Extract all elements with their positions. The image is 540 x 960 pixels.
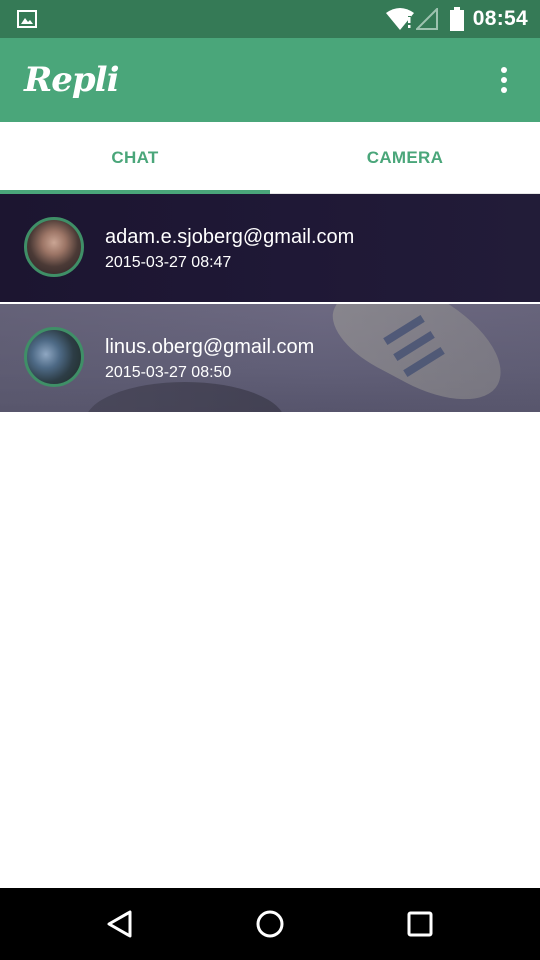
signal-icon bbox=[416, 8, 438, 30]
back-icon[interactable] bbox=[102, 906, 138, 942]
home-icon[interactable] bbox=[252, 906, 288, 942]
more-vert-icon[interactable] bbox=[488, 64, 520, 96]
overflow-dot bbox=[501, 77, 507, 83]
chat-timestamp: 2015-03-27 08:47 bbox=[105, 254, 232, 271]
navigation-bar bbox=[0, 888, 540, 960]
tab-camera[interactable]: CAMERA bbox=[270, 122, 540, 194]
app-bar: Repli bbox=[0, 38, 540, 122]
wifi-icon bbox=[386, 8, 414, 30]
app-logo: Repli bbox=[24, 60, 119, 100]
chat-list-item[interactable]: adam.e.sjoberg@gmail.com 2015-03-27 08:4… bbox=[0, 194, 540, 302]
chat-email: linus.oberg@gmail.com bbox=[105, 336, 315, 358]
battery-icon bbox=[450, 7, 464, 31]
overflow-dot bbox=[501, 67, 507, 73]
avatar bbox=[24, 327, 84, 387]
avatar bbox=[24, 217, 84, 277]
recents-icon[interactable] bbox=[402, 906, 438, 942]
screen: 08:54 Repli CHAT CAMERA adam.e.sjoberg@g… bbox=[0, 0, 540, 960]
status-bar: 08:54 bbox=[0, 0, 540, 38]
status-clock: 08:54 bbox=[472, 7, 528, 30]
chat-list: adam.e.sjoberg@gmail.com 2015-03-27 08:4… bbox=[0, 194, 540, 412]
overflow-dot bbox=[501, 87, 507, 93]
chat-email: adam.e.sjoberg@gmail.com bbox=[105, 226, 355, 248]
tab-bar: CHAT CAMERA bbox=[0, 122, 540, 195]
tab-chat[interactable]: CHAT bbox=[0, 122, 270, 195]
chat-list-item[interactable]: linus.oberg@gmail.com 2015-03-27 08:50 bbox=[0, 304, 540, 412]
gallery-icon bbox=[17, 10, 37, 28]
chat-timestamp: 2015-03-27 08:50 bbox=[105, 364, 232, 381]
